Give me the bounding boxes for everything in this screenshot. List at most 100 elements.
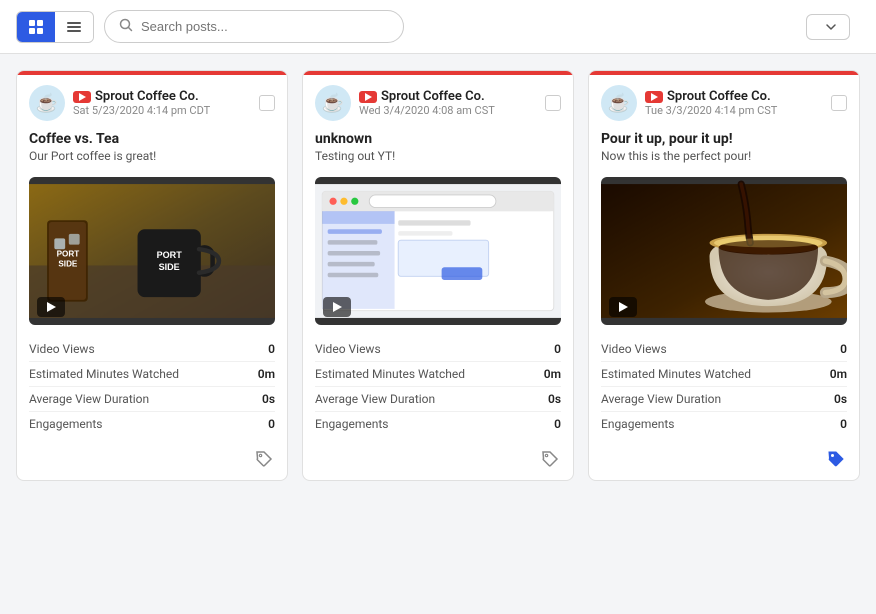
account-name-text: Sprout Coffee Co.: [667, 89, 771, 104]
stat-row: Video Views 0: [601, 337, 847, 362]
post-title: unknown: [315, 131, 561, 147]
card-checkbox[interactable]: [259, 95, 275, 111]
avatar: ☕: [29, 85, 65, 121]
card-footer: [589, 442, 859, 480]
account-name: Sprout Coffee Co.: [645, 89, 823, 104]
card-header: ☕ Sprout Coffee Co. Wed 3/4/2020 4:08 am…: [303, 75, 573, 131]
stat-row: Engagements 0: [315, 412, 561, 436]
stat-row: Video Views 0: [315, 337, 561, 362]
post-text: Testing out YT!: [315, 149, 561, 163]
stat-value: 0: [268, 342, 275, 356]
stat-row: Estimated Minutes Watched 0m: [601, 362, 847, 387]
card-header: ☕ Sprout Coffee Co. Tue 3/3/2020 4:14 pm…: [589, 75, 859, 131]
stat-value: 0: [554, 417, 561, 431]
thumbnail: PORT SIDE PORT SIDE: [29, 177, 275, 325]
timestamp: Sat 5/23/2020 4:14 pm CDT: [73, 104, 251, 117]
stat-label: Estimated Minutes Watched: [601, 367, 751, 381]
youtube-icon: [359, 91, 377, 103]
card-header: ☕ Sprout Coffee Co. Sat 5/23/2020 4:14 p…: [17, 75, 287, 131]
chevron-down-icon: [825, 21, 837, 33]
search-icon: [119, 17, 133, 36]
post-content: unknown Testing out YT!: [303, 131, 573, 171]
search-box: [104, 10, 404, 43]
tag-button[interactable]: [539, 448, 561, 470]
stat-row: Average View Duration 0s: [601, 387, 847, 412]
stats-section: Video Views 0 Estimated Minutes Watched …: [303, 331, 573, 442]
stat-label: Estimated Minutes Watched: [29, 367, 179, 381]
header-text: Sprout Coffee Co. Wed 3/4/2020 4:08 am C…: [359, 89, 537, 117]
tag-button[interactable]: [253, 448, 275, 470]
stat-value: 0s: [834, 392, 847, 406]
stat-value: 0m: [544, 367, 561, 381]
youtube-icon: [645, 91, 663, 103]
youtube-icon: [73, 91, 91, 103]
tag-icon-outline: [255, 450, 273, 468]
topbar: [0, 0, 876, 54]
account-name: Sprout Coffee Co.: [359, 89, 537, 104]
video-play-badge: [609, 297, 637, 317]
stat-row: Engagements 0: [29, 412, 275, 436]
card-2: ☕ Sprout Coffee Co. Wed 3/4/2020 4:08 am…: [302, 70, 574, 481]
video-play-badge: [323, 297, 351, 317]
post-text: Now this is the perfect pour!: [601, 149, 847, 163]
card-footer: [303, 442, 573, 480]
stat-value: 0: [268, 417, 275, 431]
tag-button[interactable]: [825, 448, 847, 470]
avatar: ☕: [315, 85, 351, 121]
sort-dropdown[interactable]: [806, 14, 850, 40]
thumbnail: [601, 177, 847, 325]
account-name: Sprout Coffee Co.: [73, 89, 251, 104]
stat-label: Engagements: [315, 417, 388, 431]
post-title: Coffee vs. Tea: [29, 131, 275, 147]
svg-text:SIDE: SIDE: [58, 259, 78, 268]
grid-view-button[interactable]: [17, 12, 55, 42]
post-text: Our Port coffee is great!: [29, 149, 275, 163]
post-content: Pour it up, pour it up! Now this is the …: [589, 131, 859, 171]
search-input[interactable]: [141, 19, 389, 34]
header-text: Sprout Coffee Co. Sat 5/23/2020 4:14 pm …: [73, 89, 251, 117]
stat-label: Average View Duration: [601, 392, 721, 406]
stat-value: 0: [840, 417, 847, 431]
card-checkbox[interactable]: [545, 95, 561, 111]
stat-value: 0s: [548, 392, 561, 406]
account-name-text: Sprout Coffee Co.: [95, 89, 199, 104]
stats-section: Video Views 0 Estimated Minutes Watched …: [589, 331, 859, 442]
stat-row: Engagements 0: [601, 412, 847, 436]
stat-value: 0s: [262, 392, 275, 406]
video-play-badge: [37, 297, 65, 317]
list-view-button[interactable]: [55, 12, 93, 42]
svg-text:PORT: PORT: [157, 250, 183, 260]
header-text: Sprout Coffee Co. Tue 3/3/2020 4:14 pm C…: [645, 89, 823, 117]
card-1: ☕ Sprout Coffee Co. Sat 5/23/2020 4:14 p…: [16, 70, 288, 481]
avatar: ☕: [601, 85, 637, 121]
stat-row: Estimated Minutes Watched 0m: [315, 362, 561, 387]
stat-row: Video Views 0: [29, 337, 275, 362]
stat-row: Average View Duration 0s: [29, 387, 275, 412]
post-title: Pour it up, pour it up!: [601, 131, 847, 147]
post-content: Coffee vs. Tea Our Port coffee is great!: [17, 131, 287, 171]
stat-label: Video Views: [29, 342, 95, 356]
stats-section: Video Views 0 Estimated Minutes Watched …: [17, 331, 287, 442]
tag-icon-filled: [827, 450, 845, 468]
svg-text:PORT: PORT: [57, 249, 80, 258]
stat-label: Average View Duration: [315, 392, 435, 406]
card-footer: [17, 442, 287, 480]
cards-container: ☕ Sprout Coffee Co. Sat 5/23/2020 4:14 p…: [0, 54, 876, 497]
account-name-text: Sprout Coffee Co.: [381, 89, 485, 104]
card-3: ☕ Sprout Coffee Co. Tue 3/3/2020 4:14 pm…: [588, 70, 860, 481]
stat-label: Engagements: [29, 417, 102, 431]
stat-label: Estimated Minutes Watched: [315, 367, 465, 381]
timestamp: Wed 3/4/2020 4:08 am CST: [359, 104, 537, 117]
card-checkbox[interactable]: [831, 95, 847, 111]
stat-label: Engagements: [601, 417, 674, 431]
stat-label: Video Views: [315, 342, 381, 356]
stat-value: 0m: [830, 367, 847, 381]
view-toggle: [16, 11, 94, 43]
stat-value: 0m: [258, 367, 275, 381]
stat-value: 0: [554, 342, 561, 356]
stat-value: 0: [840, 342, 847, 356]
tag-icon-outline: [541, 450, 559, 468]
svg-text:SIDE: SIDE: [159, 262, 180, 272]
stat-row: Estimated Minutes Watched 0m: [29, 362, 275, 387]
timestamp: Tue 3/3/2020 4:14 pm CST: [645, 104, 823, 117]
